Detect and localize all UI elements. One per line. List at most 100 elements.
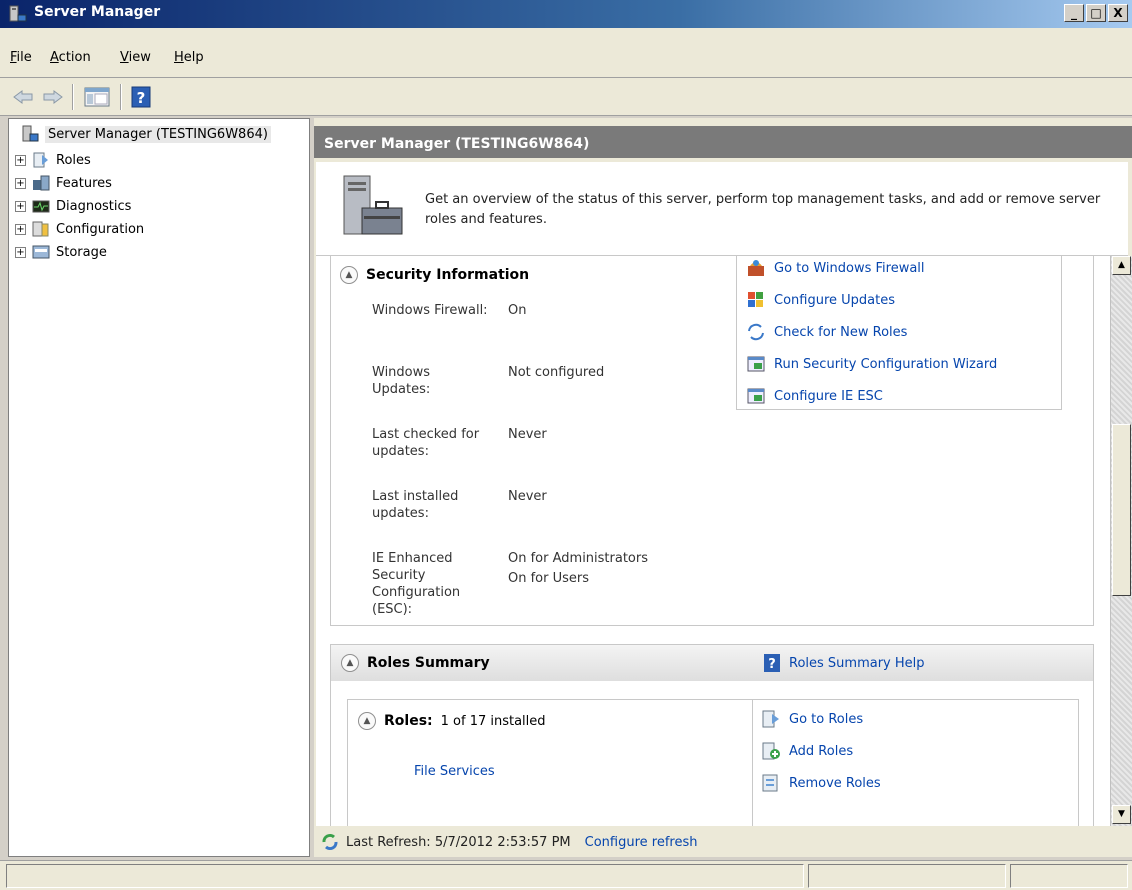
toolbar: ? xyxy=(0,78,1132,116)
menu-help[interactable]: Help xyxy=(174,50,204,65)
roles-count: 1 of 17 installed xyxy=(440,713,546,729)
help-glyph: ? xyxy=(137,89,146,107)
action-label: Configure IE ESC xyxy=(774,388,883,404)
configure-refresh-link[interactable]: Configure refresh xyxy=(585,835,698,850)
remove-roles-link[interactable]: Remove Roles xyxy=(761,771,881,795)
add-roles-link[interactable]: Add Roles xyxy=(761,739,853,763)
diagnostics-icon xyxy=(32,200,50,213)
tree-item-configuration[interactable]: + Configuration xyxy=(15,218,144,240)
expand-icon[interactable]: + xyxy=(15,154,26,166)
check-for-new-roles-link[interactable]: Check for New Roles xyxy=(746,320,907,344)
roles-icon xyxy=(33,152,48,168)
tree-item-diagnostics[interactable]: + Diagnostics xyxy=(15,195,131,217)
menu-action-rest: ction xyxy=(58,50,91,65)
ie-esc-icon xyxy=(747,388,765,404)
help-glyph: ? xyxy=(768,657,776,672)
tree-root-label: Server Manager (TESTING6W864) xyxy=(45,125,271,143)
roles-summary-help-link[interactable]: ? Roles Summary Help xyxy=(763,653,925,673)
storage-icon xyxy=(32,245,50,259)
server-icon xyxy=(22,125,39,142)
add-roles-icon xyxy=(762,742,780,760)
expand-icon[interactable]: + xyxy=(15,177,26,189)
expand-icon[interactable]: + xyxy=(15,223,26,235)
roles-count-row: ▲ Roles: 1 of 17 installed xyxy=(358,712,546,730)
scroll-up-button[interactable]: ▲ xyxy=(1112,256,1131,275)
minimize-button[interactable]: _ xyxy=(1064,4,1084,22)
info-label: Windows Updates: xyxy=(372,365,431,397)
info-value: On for Users xyxy=(508,571,590,586)
menu-help-rest: elp xyxy=(183,50,204,65)
forward-arrow-icon xyxy=(43,90,63,104)
go-to-roles-link[interactable]: Go to Roles xyxy=(761,707,863,731)
server-toolbox-icon xyxy=(343,175,403,235)
roles-summary-title: Roles Summary xyxy=(367,655,490,671)
info-value: Not configured xyxy=(508,365,605,380)
action-label: Check for New Roles xyxy=(774,324,908,340)
status-bar xyxy=(0,860,1132,890)
go-to-windows-firewall-link[interactable]: Go to Windows Firewall xyxy=(746,256,925,280)
collapse-icon[interactable]: ▲ xyxy=(340,266,358,284)
configure-updates-link[interactable]: Configure Updates xyxy=(746,288,895,312)
vertical-scrollbar[interactable]: ▲ ▼ xyxy=(1110,256,1132,826)
menu-file[interactable]: File xyxy=(10,50,32,65)
console-tree: Server Manager (TESTING6W864) + Roles + … xyxy=(8,118,310,857)
action-label: Go to Windows Firewall xyxy=(774,260,925,276)
tree-item-label: Storage xyxy=(56,244,107,260)
run-security-configuration-wizard-link[interactable]: Run Security Configuration Wizard xyxy=(746,352,997,376)
help-icon: ? xyxy=(764,654,780,672)
security-title: Security Information xyxy=(366,267,530,283)
menu-action-accel: A xyxy=(50,50,59,65)
action-label: Add Roles xyxy=(789,743,854,759)
menu-view-rest: iew xyxy=(128,50,151,65)
roles-summary-title-group: ▲ Roles Summary xyxy=(341,654,490,672)
show-hide-console-tree-icon xyxy=(84,87,110,107)
collapse-icon[interactable]: ▲ xyxy=(341,654,359,672)
page-title: Server Manager (TESTING6W864) xyxy=(314,126,1132,158)
show-hide-tree-button[interactable] xyxy=(80,84,114,110)
configuration-icon xyxy=(32,221,49,237)
status-pane-2 xyxy=(808,864,1006,888)
info-label: Windows Firewall: xyxy=(372,303,488,318)
tree-item-label: Features xyxy=(56,175,112,191)
scroll-thumb[interactable] xyxy=(1112,424,1131,596)
roles-summary-section: ▲ Roles Summary ? Roles Summary Help ▲ R… xyxy=(330,644,1094,826)
tree-item-storage[interactable]: + Storage xyxy=(15,241,107,263)
tree-item-label: Configuration xyxy=(56,221,145,237)
collapse-icon[interactable]: ▲ xyxy=(358,712,376,730)
wizard-icon xyxy=(747,356,765,372)
roles-icon xyxy=(762,710,779,728)
remove-roles-icon xyxy=(762,774,778,792)
status-pane-main xyxy=(6,864,804,888)
help-icon: ? xyxy=(131,86,151,108)
menu-view[interactable]: View xyxy=(120,50,151,65)
tree-item-roles[interactable]: + Roles xyxy=(15,149,91,171)
close-button[interactable]: X xyxy=(1108,4,1128,22)
roles-actions-box: Go to Roles Add Roles Remove Roles xyxy=(752,699,1079,826)
maximize-button[interactable]: □ xyxy=(1086,4,1106,22)
last-refresh-text: Last Refresh: 5/7/2012 2:53:57 PM xyxy=(346,834,571,850)
back-button[interactable] xyxy=(10,84,36,110)
roles-summary-header: ▲ Roles Summary ? Roles Summary Help xyxy=(331,645,1093,681)
tree-item-label: Roles xyxy=(56,152,91,168)
tree-root[interactable]: Server Manager (TESTING6W864) xyxy=(21,125,271,143)
scroll-down-button[interactable]: ▼ xyxy=(1112,805,1131,824)
expand-icon[interactable]: + xyxy=(15,200,26,212)
info-value: On for Administrators xyxy=(508,551,649,566)
tree-item-features[interactable]: + Features xyxy=(15,172,112,194)
forward-button[interactable] xyxy=(40,84,66,110)
menu-view-accel: V xyxy=(120,50,129,65)
menu-action[interactable]: Action xyxy=(50,50,91,65)
refresh-bar: Last Refresh: 5/7/2012 2:53:57 PM Config… xyxy=(314,828,1132,856)
help-button[interactable]: ? xyxy=(128,84,154,110)
menu-file-rest: ile xyxy=(16,50,32,65)
configure-ie-esc-link[interactable]: Configure IE ESC xyxy=(746,384,883,408)
info-value: Never xyxy=(508,489,547,504)
installed-role-link[interactable]: File Services xyxy=(414,764,495,779)
refresh-icon xyxy=(322,834,338,850)
action-label: Run Security Configuration Wizard xyxy=(774,356,998,372)
expand-icon[interactable]: + xyxy=(15,246,26,258)
overview-text: Get an overview of the status of this se… xyxy=(425,192,1101,227)
check-roles-icon xyxy=(748,323,764,341)
content-scroll-area[interactable]: ▲ Security Information Windows Firewall:… xyxy=(316,256,1110,826)
title-bar: Server Manager _ □ X xyxy=(0,0,1132,28)
